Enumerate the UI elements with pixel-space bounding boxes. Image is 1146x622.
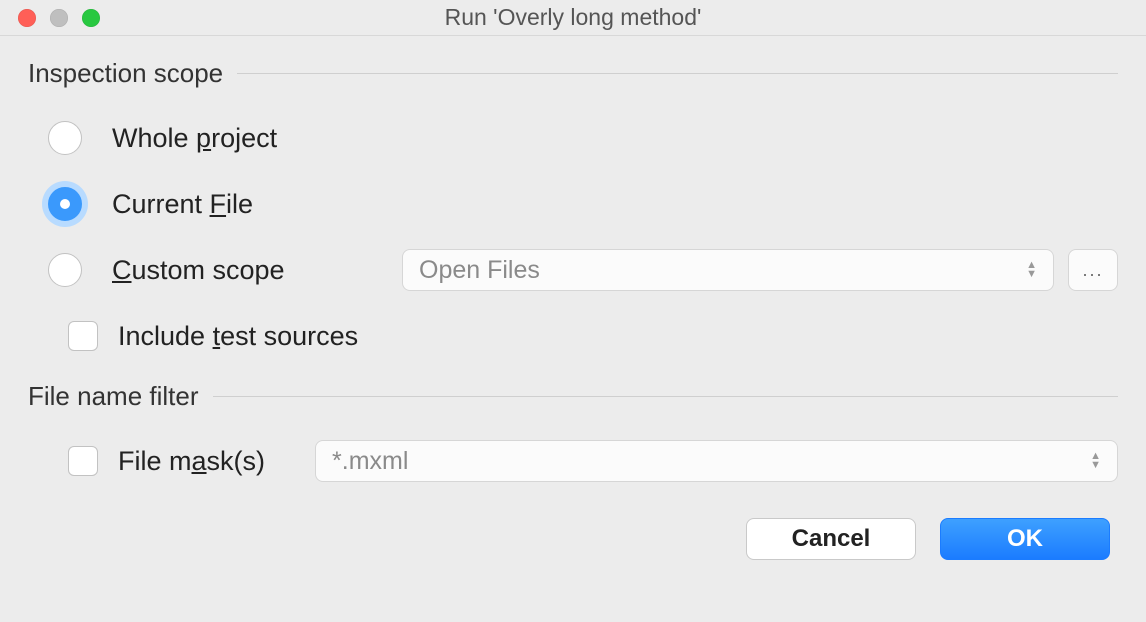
include-test-sources-option[interactable]: Include test sources	[68, 311, 1118, 361]
custom-scope-option[interactable]: Custom scope Open Files ▲▼ ...	[48, 245, 1118, 295]
whole-project-option[interactable]: Whole project	[48, 113, 1118, 163]
ellipsis-icon: ...	[1082, 260, 1103, 281]
titlebar: Run 'Overly long method'	[0, 0, 1146, 36]
file-mask-dropdown[interactable]: *.mxml ▲▼	[315, 440, 1118, 482]
dialog-content: Inspection scope Whole project Current F…	[0, 36, 1146, 560]
whole-project-radio[interactable]	[48, 121, 82, 155]
file-name-filter-label: File name filter	[28, 381, 199, 412]
custom-scope-radio[interactable]	[48, 253, 82, 287]
custom-scope-browse-button[interactable]: ...	[1068, 249, 1118, 291]
current-file-option[interactable]: Current File	[48, 179, 1118, 229]
custom-scope-dropdown[interactable]: Open Files ▲▼	[402, 249, 1054, 291]
file-mask-label: File mask(s)	[118, 446, 265, 477]
ok-button[interactable]: OK	[940, 518, 1110, 560]
maximize-window-button[interactable]	[82, 9, 100, 27]
stepper-icon: ▲▼	[1026, 261, 1037, 279]
close-window-button[interactable]	[18, 9, 36, 27]
file-name-filter-header: File name filter	[28, 381, 1118, 412]
custom-scope-dropdown-value: Open Files	[419, 256, 540, 285]
include-test-sources-label: Include test sources	[118, 321, 358, 352]
window-title: Run 'Overly long method'	[445, 4, 702, 31]
file-name-filter-section: File name filter File mask(s) *.mxml ▲▼	[28, 381, 1118, 486]
include-test-sources-checkbox[interactable]	[68, 321, 98, 351]
inspection-scope-header: Inspection scope	[28, 58, 1118, 89]
file-mask-value: *.mxml	[332, 447, 408, 476]
current-file-label: Current File	[112, 189, 253, 220]
stepper-icon: ▲▼	[1090, 452, 1101, 470]
inspection-scope-label: Inspection scope	[28, 58, 223, 89]
custom-scope-label: Custom scope	[112, 255, 342, 286]
cancel-button[interactable]: Cancel	[746, 518, 916, 560]
file-mask-option[interactable]: File mask(s) *.mxml ▲▼	[68, 436, 1118, 486]
dialog-buttons: Cancel OK	[28, 518, 1118, 560]
divider	[213, 396, 1119, 397]
divider	[237, 73, 1118, 74]
traffic-lights	[18, 9, 100, 27]
current-file-radio[interactable]	[48, 187, 82, 221]
file-mask-checkbox[interactable]	[68, 446, 98, 476]
whole-project-label: Whole project	[112, 123, 277, 154]
minimize-window-button[interactable]	[50, 9, 68, 27]
